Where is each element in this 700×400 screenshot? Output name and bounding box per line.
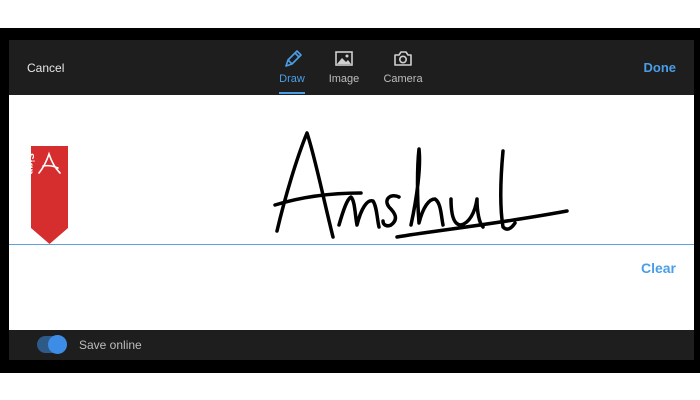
top-toolbar: Cancel Draw Image Camera Done [9,40,694,95]
done-button[interactable]: Done [644,60,677,75]
tab-camera-label: Camera [383,73,423,85]
signature-canvas[interactable]: Sign Clear [9,95,694,330]
save-online-label: Save online [79,338,142,352]
signature-baseline [9,244,694,245]
sign-flag-label: Sign [24,153,35,175]
image-icon [335,51,353,66]
tab-image[interactable]: Image [316,48,372,93]
tab-camera[interactable]: Camera [375,48,431,93]
tab-draw[interactable]: Draw [264,48,320,94]
camera-icon [394,51,412,66]
screenshot-frame: Cancel Draw Image Camera Done Sign Clear… [0,28,700,373]
tab-image-label: Image [328,73,360,85]
pen-icon [285,50,302,67]
tab-draw-label: Draw [279,73,305,85]
cancel-button[interactable]: Cancel [27,61,64,75]
drawn-signature [273,131,569,239]
signature-dialog: Cancel Draw Image Camera Done Sign Clear… [9,40,694,360]
clear-button[interactable]: Clear [641,260,676,276]
sign-here-flag [31,146,68,244]
active-tab-indicator [279,92,305,94]
toggle-knob [48,335,67,354]
bottom-bar: Save online [9,330,694,360]
save-online-toggle[interactable] [37,335,67,354]
